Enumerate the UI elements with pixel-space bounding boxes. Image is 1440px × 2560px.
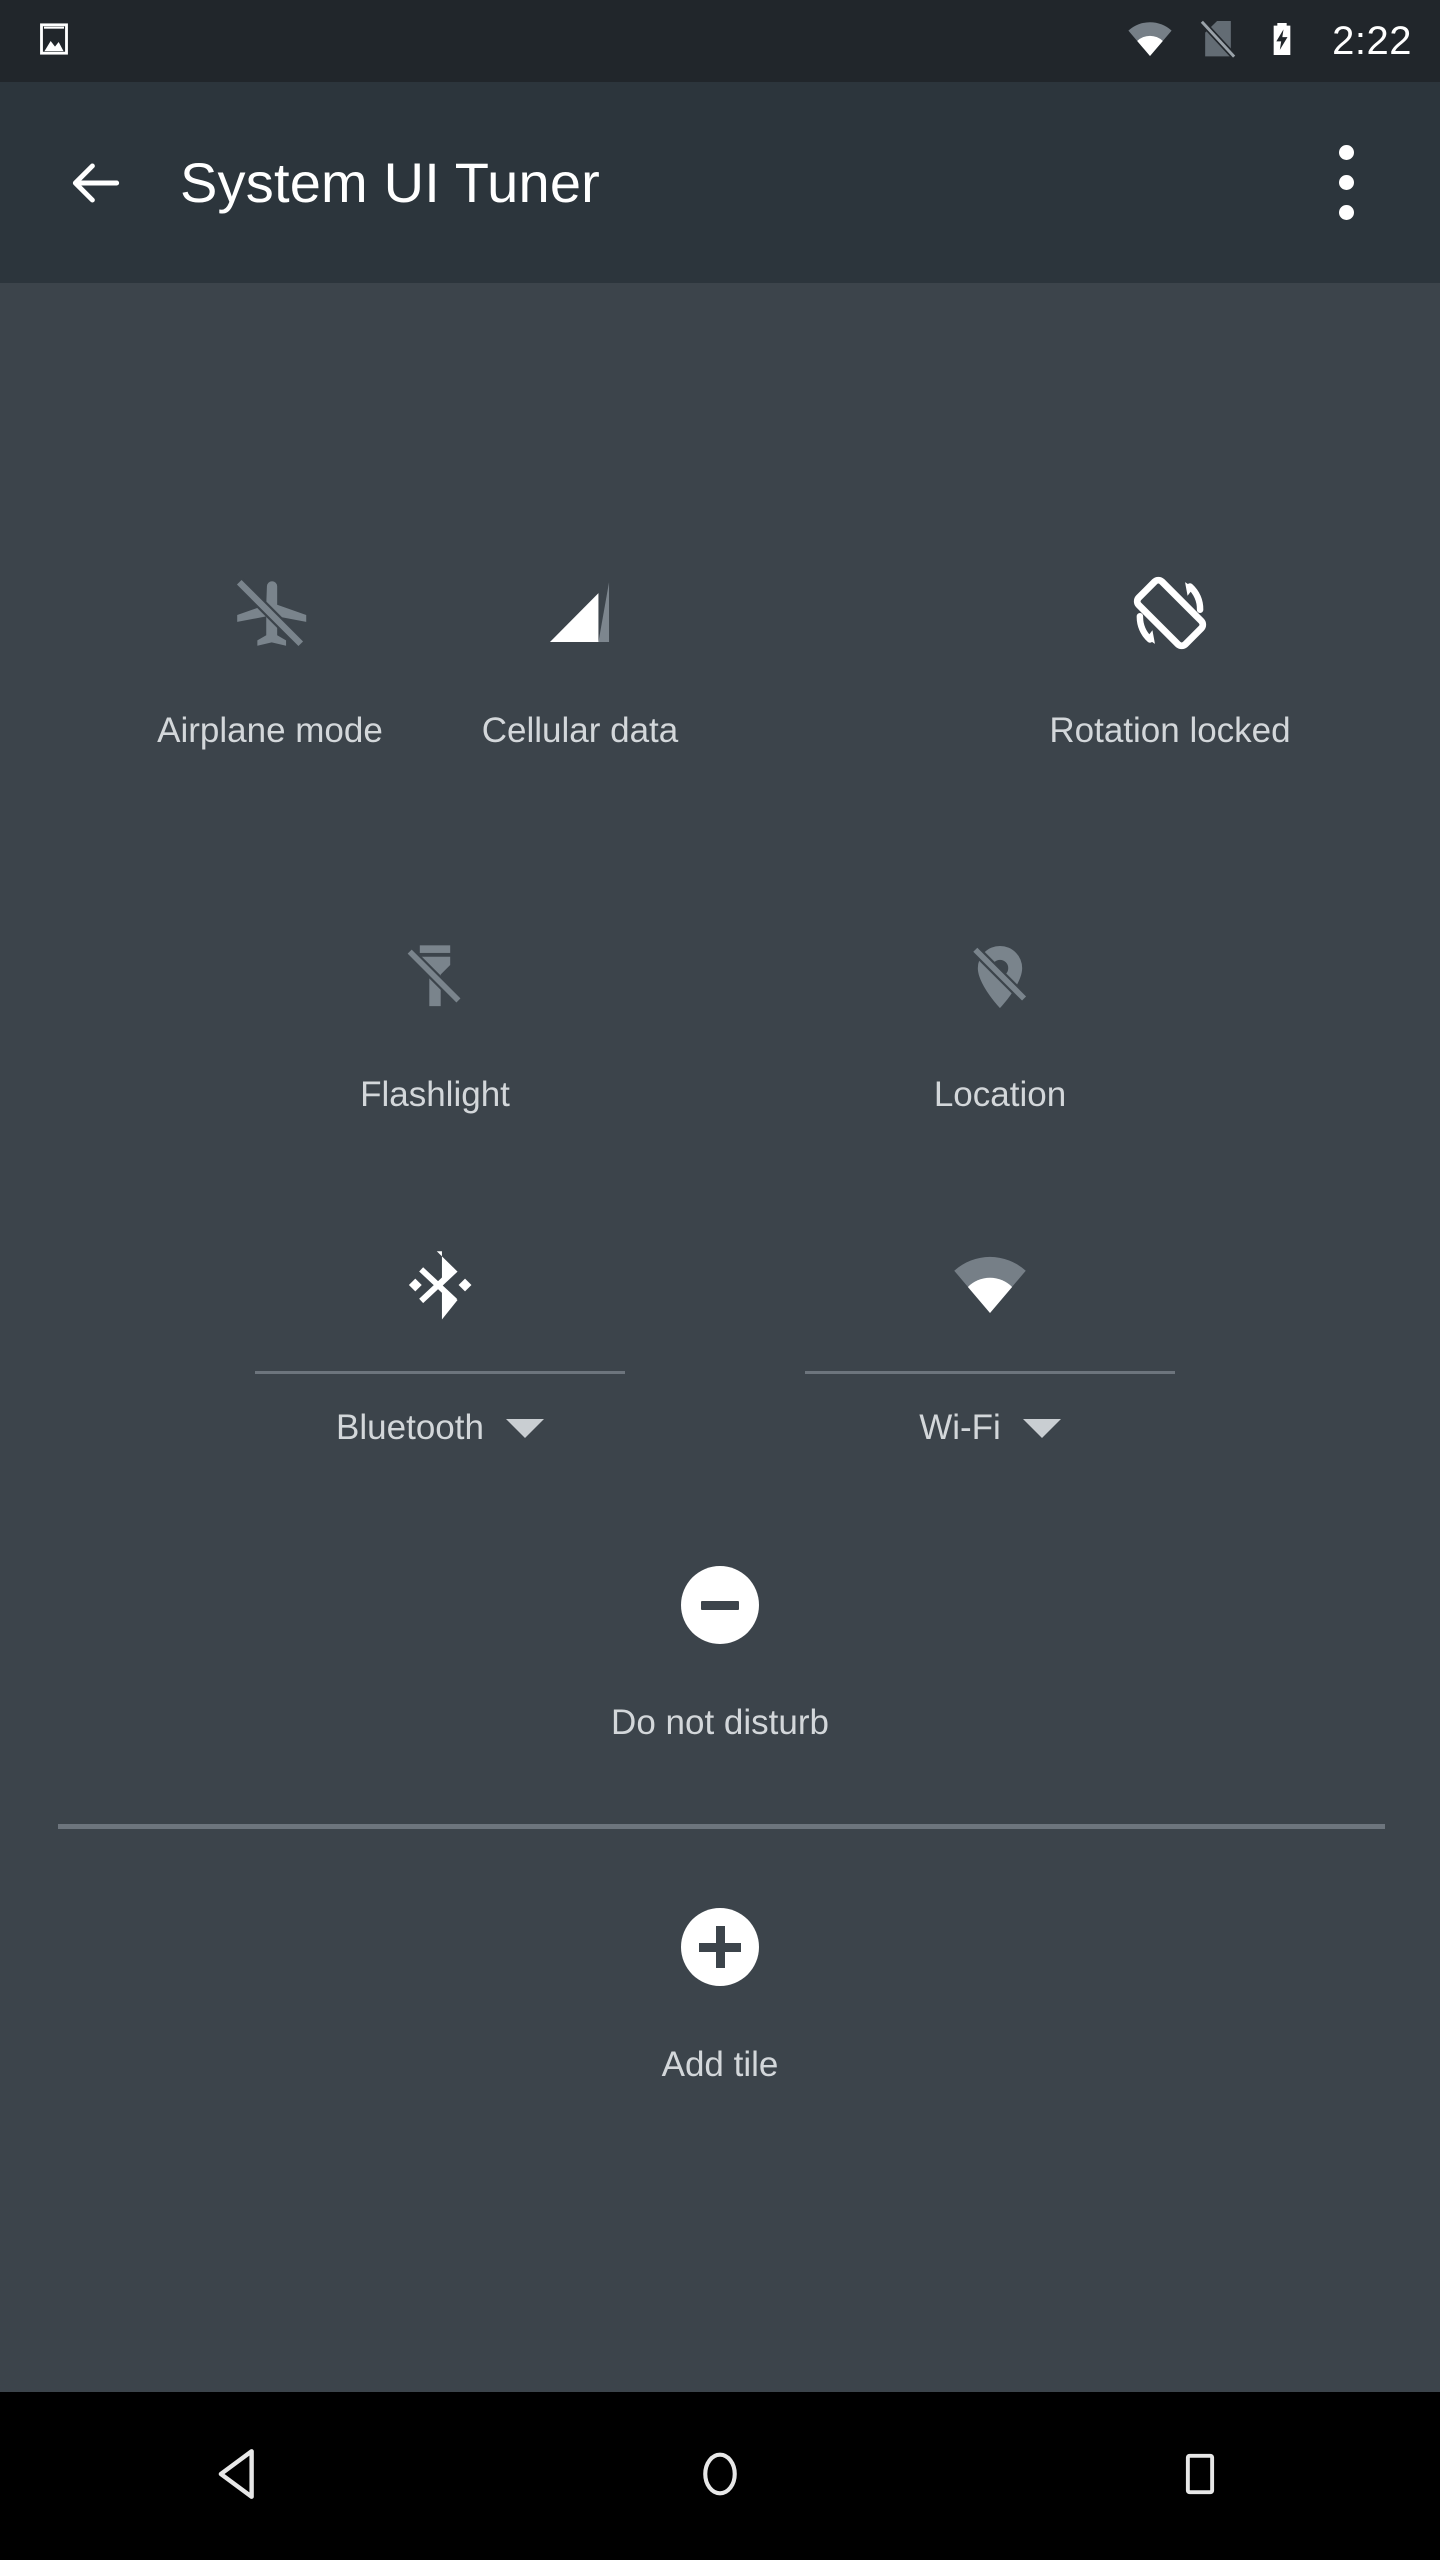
qs-tile-expand-row[interactable]: Wi-Fi — [919, 1408, 1061, 1448]
overflow-dot — [1338, 175, 1354, 190]
cellular-signal-icon — [528, 561, 632, 665]
section-divider — [58, 1824, 1385, 1829]
status-bar-notification-icons — [34, 19, 74, 64]
qs-tile-expand-row[interactable]: Bluetooth — [336, 1408, 544, 1448]
nav-home-button[interactable] — [480, 2392, 960, 2560]
navigation-bar — [0, 2392, 1440, 2560]
qs-tile-wifi[interactable]: Wi-Fi — [805, 1233, 1175, 1448]
overflow-menu-button[interactable] — [1304, 128, 1388, 238]
app-bar: System UI Tuner — [0, 82, 1440, 283]
wifi-icon — [938, 1233, 1042, 1337]
add-tile-button[interactable]: Add tile — [578, 1895, 862, 2085]
overflow-dot — [1338, 145, 1354, 160]
airplane-off-icon — [218, 561, 322, 665]
chevron-down-icon[interactable] — [1022, 1418, 1061, 1438]
chevron-down-icon[interactable] — [505, 1418, 544, 1438]
screen-rotation-icon — [1118, 561, 1222, 665]
qs-tile-do-not-disturb[interactable]: Do not disturb — [578, 1553, 862, 1743]
add-circle — [681, 1908, 759, 1986]
qs-tile-label: Rotation locked — [1049, 711, 1291, 750]
status-bar-system-icons: 2:22 — [1126, 15, 1412, 68]
qs-tile-label: Airplane mode — [157, 711, 383, 750]
status-bar-clock: 2:22 — [1332, 19, 1412, 63]
nav-back-button[interactable] — [0, 2392, 480, 2560]
page-title: System UI Tuner — [180, 151, 601, 214]
flashlight-off-icon — [383, 925, 487, 1029]
nav-recents-button[interactable] — [960, 2392, 1440, 2560]
bluetooth-icon — [388, 1233, 492, 1337]
back-button[interactable] — [48, 135, 144, 231]
qs-tile-label: Bluetooth — [336, 1408, 484, 1447]
status-bar: 2:22 — [0, 0, 1440, 82]
nav-recents-icon — [1174, 2448, 1226, 2505]
no-sim-icon — [1196, 17, 1240, 66]
location-off-icon — [948, 925, 1052, 1029]
plus-horizontal — [699, 1942, 741, 1952]
qs-tile-label: Cellular data — [481, 711, 679, 750]
qs-tile-location[interactable]: Location — [860, 925, 1140, 1115]
qs-tile-label: Do not disturb — [611, 1703, 829, 1742]
nav-home-icon — [691, 2445, 749, 2508]
qs-tile-flashlight[interactable]: Flashlight — [295, 925, 575, 1115]
overflow-dot — [1338, 205, 1354, 220]
add-plus-glyph — [681, 1908, 759, 1986]
qs-tile-airplane-mode[interactable]: Airplane mode — [130, 561, 410, 751]
dnd-minus — [701, 1600, 739, 1610]
wifi-signal-icon — [1126, 15, 1174, 68]
qs-tile-divider — [255, 1371, 625, 1374]
add-plus-icon — [668, 1895, 772, 1999]
image-notification-icon — [34, 19, 74, 64]
dnd-circle — [681, 1566, 759, 1644]
add-tile-label: Add tile — [661, 2045, 779, 2084]
qs-tile-divider — [805, 1371, 1175, 1374]
qs-tile-rotation-locked[interactable]: Rotation locked — [1000, 561, 1340, 751]
system-ui-tuner-screen: 2:22 System UI Tuner Airplane mode Cellu… — [0, 0, 1440, 2560]
battery-charging-icon — [1262, 19, 1302, 64]
qs-tile-label: Wi-Fi — [919, 1408, 1001, 1447]
nav-back-icon — [209, 2443, 271, 2510]
do-not-disturb-icon — [668, 1553, 772, 1657]
quick-settings-editor: Airplane mode Cellular data Rotation loc… — [0, 283, 1440, 2392]
qs-tile-bluetooth[interactable]: Bluetooth — [255, 1233, 625, 1448]
qs-tile-cellular-data[interactable]: Cellular data — [440, 561, 720, 751]
qs-tile-label: Location — [933, 1075, 1067, 1114]
qs-tile-label: Flashlight — [360, 1075, 510, 1114]
